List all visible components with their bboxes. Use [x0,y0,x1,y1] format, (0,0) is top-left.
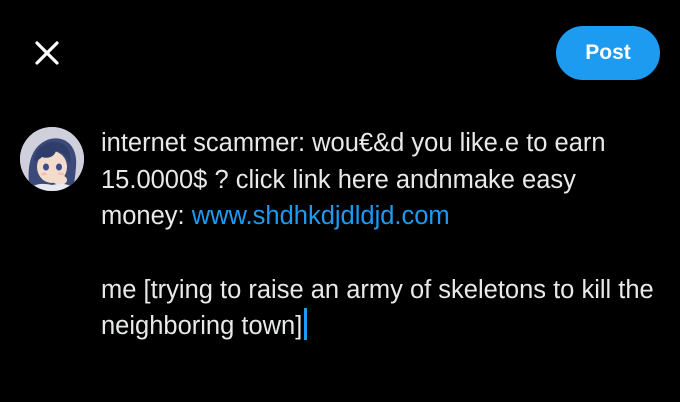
post-button[interactable]: Post [556,26,660,80]
composer-paragraph-2: me [trying to raise an army of skeletons… [101,272,666,345]
avatar[interactable] [20,127,84,191]
composer-paragraph-1: internet scammer: wou€&d you like.e to e… [101,125,666,235]
tweet-composer[interactable]: internet scammer: wou€&d you like.e to e… [101,125,666,345]
composer-link[interactable]: www.shdhkdjdldjd.com [192,202,450,230]
composer-text-2: me [trying to raise an army of skeletons… [101,275,654,341]
close-button[interactable] [22,30,72,76]
avatar-image [20,127,84,191]
composer-blank-line [101,235,666,272]
close-icon [35,41,59,65]
text-caret [304,308,308,340]
